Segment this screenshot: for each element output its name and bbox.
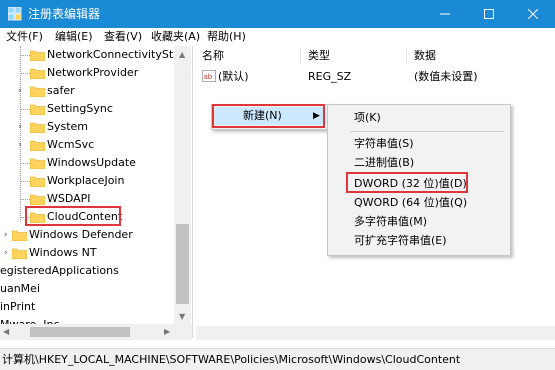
minimize-icon (440, 13, 450, 15)
value-row[interactable]: ab (默认) REG_SZ (数值未设置) (196, 68, 555, 86)
scroll-right-icon[interactable]: ▶ (164, 327, 170, 336)
folder-icon (30, 50, 45, 61)
folder-icon (30, 140, 45, 151)
tree-item-label: uanMei (0, 282, 40, 295)
submenu-item-multistring[interactable]: 多字符串值(M) (354, 215, 427, 229)
tree-item-label: SettingSync (47, 102, 113, 115)
window-title: 注册表编辑器 (28, 7, 101, 21)
minimize-button[interactable] (423, 0, 467, 28)
string-value-icon: ab (202, 70, 216, 82)
tree-item-label: NetworkConnectivityStatu (47, 48, 192, 61)
menu-favorites[interactable]: 收藏夹(A) (151, 30, 200, 44)
value-name: (默认) (218, 70, 249, 83)
scrollbar-thumb[interactable] (30, 327, 130, 337)
title-bar: 注册表编辑器 (0, 0, 555, 28)
tree-item-label: WorkplaceJoin (47, 174, 125, 187)
tree-vertical-scrollbar[interactable]: ▲ ▼ (174, 46, 191, 324)
close-button[interactable] (511, 0, 555, 28)
tree-item[interactable]: SettingSync (0, 100, 174, 118)
value-data: (数值未设置) (414, 70, 478, 83)
registry-editor-icon (8, 7, 22, 21)
folder-icon (30, 158, 45, 169)
tree-item[interactable]: › Windows NT (0, 244, 174, 262)
values-horizontal-scrollbar[interactable] (196, 326, 555, 340)
scrollbar-thumb[interactable] (176, 224, 189, 304)
maximize-button[interactable] (467, 0, 511, 28)
folder-icon (30, 176, 45, 187)
tree-item-label: inPrint (0, 300, 36, 313)
folder-icon (12, 248, 27, 259)
folder-icon (30, 68, 45, 79)
tree-item-label: Windows Defender (29, 228, 133, 241)
tree-item[interactable]: WorkplaceJoin (0, 172, 174, 190)
tree-item-label: Windows NT (29, 246, 97, 259)
submenu-item-binary[interactable]: 二进制值(B) (354, 156, 414, 170)
expand-icon[interactable]: › (18, 136, 22, 154)
close-icon (528, 9, 538, 19)
menu-separator (350, 131, 504, 132)
submenu-item-qword[interactable]: QWORD (64 位)值(Q) (354, 196, 467, 210)
column-header-type[interactable]: 类型 (308, 49, 330, 63)
submenu-item-expandstring[interactable]: 可扩充字符串值(E) (354, 234, 447, 248)
tree-item[interactable]: › Windows Defender (0, 226, 174, 244)
folder-icon (30, 194, 45, 205)
tree-item[interactable]: egisteredApplications (0, 262, 174, 280)
folder-icon (30, 86, 45, 97)
tree-item[interactable]: WindowsUpdate (0, 154, 174, 172)
tree-pane[interactable]: NetworkConnectivityStatu NetworkProvider… (0, 46, 193, 338)
expand-icon[interactable]: › (4, 244, 8, 262)
expand-icon[interactable]: › (18, 82, 22, 100)
tree-item-label: safer (47, 84, 75, 97)
menu-edit[interactable]: 编辑(E) (55, 30, 93, 44)
scroll-left-icon[interactable]: ◀ (3, 327, 9, 336)
maximize-icon (484, 9, 494, 19)
tree-item-label: NetworkProvider (47, 66, 139, 79)
status-path: 计算机\HKEY_LOCAL_MACHINE\SOFTWARE\Policies… (2, 353, 461, 366)
tree-item[interactable]: › WcmSvc (0, 136, 174, 154)
menu-bar: 文件(F) 编辑(E) 查看(V) 收藏夹(A) 帮助(H) (0, 28, 555, 46)
svg-text:ab: ab (204, 73, 213, 81)
menu-file[interactable]: 文件(F) (6, 30, 43, 44)
highlight-box (212, 104, 325, 128)
column-separator[interactable] (300, 48, 301, 64)
menu-help[interactable]: 帮助(H) (207, 30, 246, 44)
submenu-item-key[interactable]: 项(K) (354, 111, 381, 125)
tree-item[interactable]: inPrint (0, 298, 174, 316)
menu-view[interactable]: 查看(V) (104, 30, 142, 44)
column-header-data[interactable]: 数据 (414, 49, 436, 63)
tree-item[interactable]: NetworkProvider (0, 64, 174, 82)
tree-item-label: System (47, 120, 89, 133)
folder-icon (30, 104, 45, 115)
folder-icon (30, 122, 45, 133)
status-bar: 计算机\HKEY_LOCAL_MACHINE\SOFTWARE\Policies… (0, 348, 555, 370)
tree-horizontal-scrollbar[interactable]: ◀ ▶ (0, 324, 192, 340)
submenu-item-string[interactable]: 字符串值(S) (354, 137, 414, 151)
highlight-box (25, 206, 121, 226)
scroll-down-icon[interactable]: ▼ (179, 312, 185, 321)
tree-item[interactable]: uanMei (0, 280, 174, 298)
tree-item-label: egisteredApplications (0, 264, 119, 277)
value-type: REG_SZ (308, 70, 352, 83)
tree-item[interactable]: NetworkConnectivityStatu (0, 46, 191, 64)
scroll-up-icon[interactable]: ▲ (179, 50, 185, 59)
tree-item[interactable]: › safer (0, 82, 174, 100)
highlight-box (346, 172, 468, 193)
column-separator[interactable] (406, 48, 407, 64)
tree-item[interactable]: › System (0, 118, 174, 136)
folder-icon (12, 230, 27, 241)
expand-icon[interactable]: › (18, 118, 22, 136)
tree-item-label: WcmSvc (47, 138, 95, 151)
expand-icon[interactable]: › (4, 226, 8, 244)
tree-item-label: WindowsUpdate (47, 156, 136, 169)
column-header-name[interactable]: 名称 (202, 49, 224, 63)
